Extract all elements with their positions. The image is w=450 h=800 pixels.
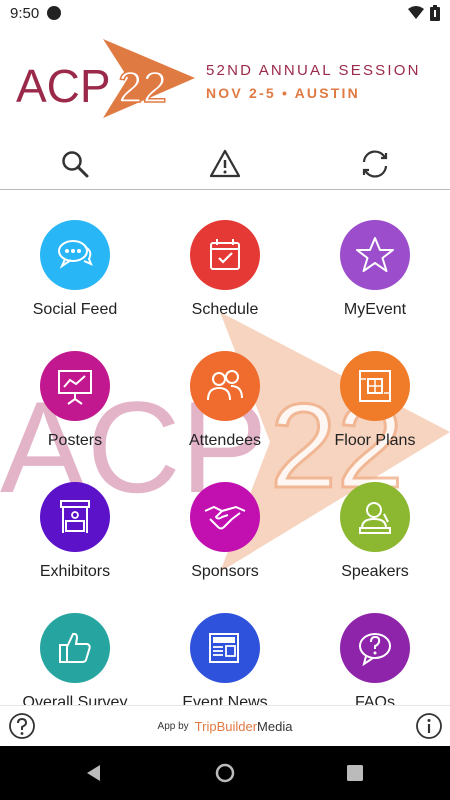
tile-icon-circle [340, 613, 410, 683]
back-icon[interactable] [84, 763, 104, 783]
chat-bubbles-icon [58, 240, 93, 269]
tile-label: Overall Survey [22, 694, 128, 705]
people-icon [207, 370, 243, 401]
star-icon [356, 237, 394, 272]
brand-part1: TripBuilder [194, 718, 258, 734]
tile-posters[interactable]: Posters [0, 323, 150, 454]
logo-text: ACP [16, 60, 111, 112]
tile-icon-circle [190, 482, 260, 552]
floor-plan-icon [359, 370, 391, 402]
tile-label: Social Feed [32, 301, 118, 318]
notification-app-icon [47, 6, 62, 20]
brand-part2: Media [257, 718, 293, 734]
calendar-icon [210, 239, 240, 270]
tile-icon-circle [190, 351, 260, 421]
tile-label: FAQs [354, 694, 395, 705]
tile-label: Exhibitors [39, 563, 111, 580]
tile-label: MyEvent [343, 301, 407, 318]
banner-text: 52ND ANNUAL SESSION NOV 2-5 • AUSTIN [206, 62, 421, 101]
banner-title: 52ND ANNUAL SESSION [206, 62, 421, 79]
status-indicators [408, 5, 440, 21]
tile-faqs[interactable]: FAQs [300, 585, 450, 705]
status-bar: 9:50 [0, 0, 450, 26]
newspaper-icon [209, 633, 239, 663]
tripbuilder-logo: TripBuilderMedia [195, 719, 293, 734]
logo-number: 22 [118, 63, 167, 112]
handshake-icon [204, 505, 246, 530]
tile-icon-circle [190, 613, 260, 683]
tile-speakers[interactable]: Speakers [300, 454, 450, 585]
question-bubble-icon [359, 633, 391, 667]
tile-floor-plans[interactable]: Floor Plans [300, 323, 450, 454]
tile-icon-circle [340, 351, 410, 421]
help-icon[interactable] [8, 712, 36, 740]
tile-icon-circle [40, 220, 110, 290]
tile-label: Posters [47, 432, 103, 449]
thumbs-up-icon [59, 632, 91, 663]
tile-sponsors[interactable]: Sponsors [150, 454, 300, 585]
tile-event-news[interactable]: Event News [150, 585, 300, 705]
tile-label: Attendees [188, 432, 262, 449]
tile-label: Floor Plans [334, 432, 416, 449]
tile-exhibitors[interactable]: Exhibitors [0, 454, 150, 585]
booth-icon [60, 500, 90, 533]
sync-icon[interactable] [359, 148, 391, 180]
toolbar [0, 138, 450, 190]
footer-bar: App by TripBuilderMedia [0, 705, 450, 745]
tile-icon-circle [190, 220, 260, 290]
tile-label: Event News [182, 694, 268, 705]
tile-overall-survey[interactable]: Overall Survey [0, 585, 150, 705]
info-icon[interactable] [415, 712, 443, 740]
tile-icon-circle [340, 482, 410, 552]
search-icon[interactable] [59, 148, 91, 180]
banner-dates: NOV 2-5 • AUSTIN [206, 85, 360, 101]
tile-label: Schedule [191, 301, 259, 318]
tile-icon-circle [40, 613, 110, 683]
system-nav-bar [0, 746, 450, 800]
wifi-icon [408, 6, 424, 19]
app-credit[interactable]: App by TripBuilderMedia [150, 717, 300, 735]
app-by-label: App by [157, 720, 189, 732]
tile-attendees[interactable]: Attendees [150, 323, 300, 454]
tile-myevent[interactable]: MyEvent [300, 192, 450, 323]
menu-grid: ACP 22 Social Feed Schedule MyEvent Post… [0, 192, 450, 705]
tile-label: Speakers [341, 563, 409, 580]
alert-icon[interactable] [209, 148, 241, 180]
presentation-icon [58, 370, 92, 405]
speaker-icon [359, 502, 391, 534]
home-icon[interactable] [215, 763, 235, 783]
recents-icon[interactable] [345, 763, 365, 783]
event-banner: ACP 22 52ND ANNUAL SESSION NOV 2-5 • AUS… [0, 26, 450, 136]
tile-label: Sponsors [191, 563, 259, 580]
battery-icon [430, 5, 440, 21]
tile-schedule[interactable]: Schedule [150, 192, 300, 323]
tile-social-feed[interactable]: Social Feed [0, 192, 150, 323]
tile-icon-circle [40, 482, 110, 552]
tile-icon-circle [40, 351, 110, 421]
tile-icon-circle [340, 220, 410, 290]
status-time: 9:50 [10, 4, 40, 22]
acp-logo: ACP 22 [16, 39, 195, 118]
